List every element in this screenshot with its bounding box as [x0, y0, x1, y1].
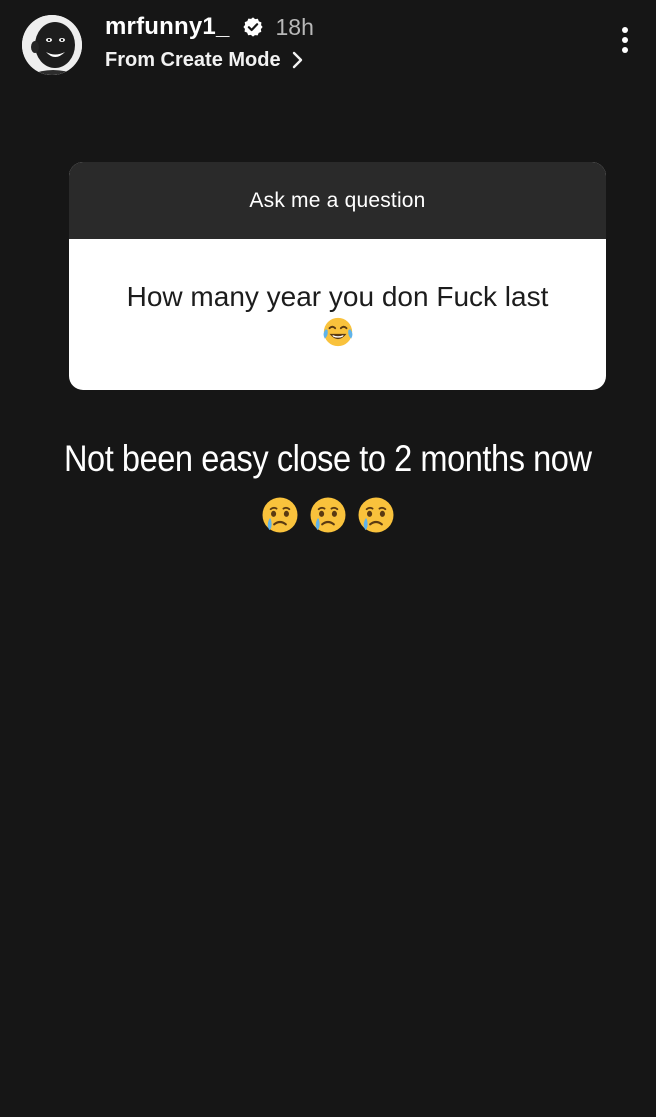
- subtitle-label: From Create Mode: [105, 48, 281, 71]
- name-row: mrfunny1_ 18h: [105, 12, 314, 42]
- more-options-icon: [622, 27, 628, 53]
- holding-back-tears-emoji-icon: [358, 497, 394, 533]
- avatar[interactable]: [22, 15, 82, 75]
- reply-text: Not been easy close to 2 months now: [64, 438, 592, 479]
- tears-of-joy-emoji-icon: [323, 317, 352, 347]
- sticker-title: Ask me a question: [249, 188, 426, 212]
- holding-back-tears-emoji-icon: [262, 497, 298, 533]
- avatar-image: [22, 15, 82, 75]
- story-reply: Not been easy close to 2 months now: [0, 438, 656, 536]
- question-sticker: Ask me a question How many year you don …: [69, 162, 606, 390]
- timestamp: 18h: [275, 13, 314, 40]
- question-text: How many year you don Fuck last: [126, 281, 549, 312]
- reply-emojis: [0, 494, 656, 536]
- sticker-header: Ask me a question: [69, 162, 606, 239]
- chevron-right-icon: [291, 51, 305, 69]
- story-header: mrfunny1_ 18h From Create Mode: [20, 12, 640, 78]
- sticker-body: How many year you don Fuck last: [69, 239, 606, 390]
- username[interactable]: mrfunny1_: [105, 13, 230, 41]
- user-info: mrfunny1_ 18h From Create Mode: [105, 12, 525, 78]
- verified-badge-icon: [242, 16, 264, 38]
- story-viewer[interactable]: mrfunny1_ 18h From Create Mode Ask me a …: [0, 0, 656, 1117]
- create-mode-link[interactable]: From Create Mode: [105, 46, 305, 74]
- holding-back-tears-emoji-icon: [310, 497, 346, 533]
- more-options-button[interactable]: [614, 20, 636, 60]
